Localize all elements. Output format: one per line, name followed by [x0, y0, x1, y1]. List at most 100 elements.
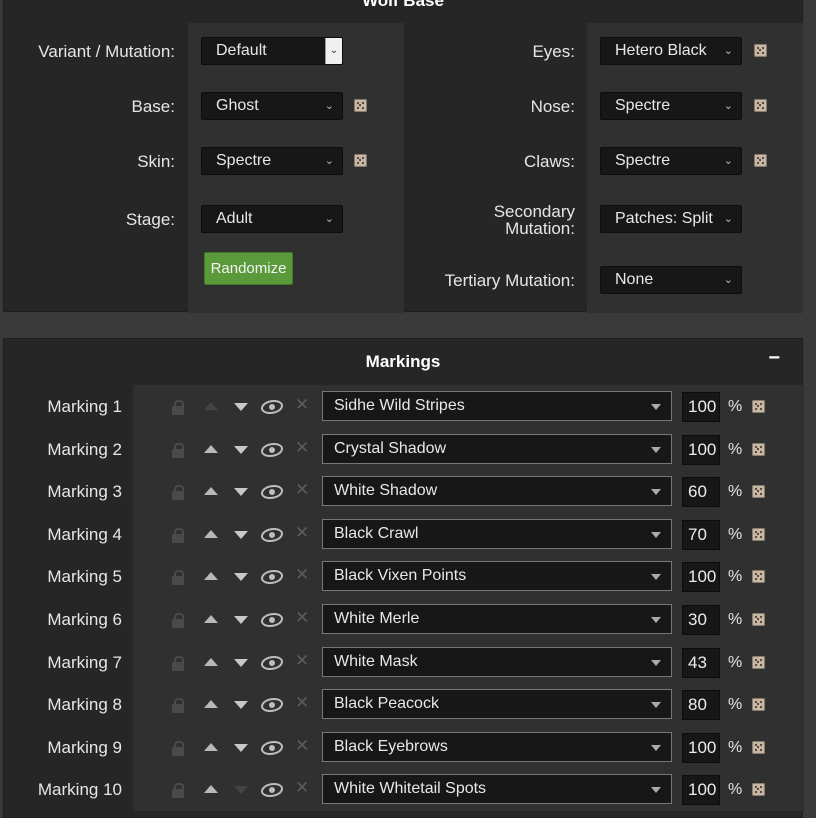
marking-select[interactable]: Crystal Shadow [322, 433, 672, 464]
remove-icon[interactable]: ✕ [295, 523, 309, 543]
move-up-icon[interactable] [204, 615, 218, 623]
marking-select[interactable]: Sidhe Wild Stripes [322, 391, 672, 421]
move-up-icon[interactable] [204, 742, 218, 751]
move-up-icon[interactable] [204, 785, 218, 794]
move-up-icon[interactable] [204, 487, 218, 496]
marking-select[interactable]: White Mask [322, 646, 672, 677]
marking-row: Marking 2 ✕ Crystal Shadow 100% [4, 427, 804, 471]
opacity-input[interactable]: 100 [682, 562, 720, 593]
stage-label: Stage: [125, 210, 175, 229]
lock-icon[interactable] [172, 698, 184, 714]
dropdown-arrow-icon [651, 702, 661, 709]
move-up-icon[interactable] [204, 529, 218, 538]
lock-icon[interactable] [172, 442, 184, 458]
marking-select[interactable]: Black Eyebrows [322, 731, 672, 762]
randomize-marking-dice-icon[interactable] [752, 740, 765, 754]
marking-label: Marking 4 [47, 524, 122, 544]
variant-label: Variant / Mutation: [38, 42, 175, 61]
chevron-down-icon: ⌄ [324, 100, 334, 112]
base-select[interactable]: Ghost ⌄ [201, 92, 343, 120]
remove-icon[interactable]: ✕ [295, 693, 309, 713]
opacity-input[interactable]: 100 [682, 775, 720, 806]
randomize-eyes-dice-icon[interactable] [754, 44, 767, 57]
opacity-input[interactable]: 70 [682, 519, 720, 550]
panel-title: Markings [365, 352, 441, 371]
nose-select[interactable]: Spectre ⌄ [600, 92, 742, 120]
move-down-icon[interactable] [234, 403, 248, 411]
randomize-marking-dice-icon[interactable] [752, 442, 765, 456]
lock-icon[interactable] [172, 613, 184, 628]
move-up-icon[interactable] [204, 657, 218, 666]
randomize-marking-dice-icon[interactable] [752, 783, 765, 797]
move-down-icon[interactable] [234, 530, 248, 539]
move-down-icon[interactable] [234, 616, 248, 624]
opacity-input[interactable]: 43 [682, 647, 720, 678]
lock-icon[interactable] [172, 570, 184, 586]
tertiary-mutation-label: Tertiary Mutation: [444, 271, 575, 290]
move-up-icon[interactable] [204, 444, 218, 453]
move-down-icon[interactable] [234, 573, 248, 582]
remove-icon[interactable]: ✕ [295, 480, 309, 500]
lock-icon[interactable] [172, 400, 184, 415]
marking-value: White Shadow [334, 482, 438, 500]
remove-icon[interactable]: ✕ [295, 736, 309, 756]
move-up-icon[interactable] [204, 402, 218, 410]
opacity-input[interactable]: 60 [682, 477, 720, 508]
stage-select[interactable]: Adult ⌄ [201, 205, 343, 233]
eyes-select[interactable]: Hetero Black ⌄ [600, 37, 742, 65]
randomize-claws-dice-icon[interactable] [754, 154, 767, 167]
marking-row: Marking 1 ✕ Sidhe Wild Stripes 100% [4, 385, 804, 428]
opacity-input[interactable]: 80 [682, 690, 720, 721]
remove-icon[interactable]: ✕ [295, 651, 309, 671]
move-down-icon[interactable] [234, 488, 248, 497]
remove-icon[interactable]: ✕ [295, 778, 309, 798]
randomize-nose-dice-icon[interactable] [754, 99, 767, 112]
randomize-button[interactable]: Randomize [204, 252, 293, 285]
lock-icon[interactable] [172, 740, 184, 756]
lock-icon[interactable] [172, 485, 184, 501]
remove-icon[interactable]: ✕ [295, 608, 309, 628]
marking-select[interactable]: Black Peacock [322, 689, 672, 720]
secondary-mutation-select[interactable]: Patches: Split ⌄ [600, 205, 742, 233]
marking-select[interactable]: Black Crawl [322, 518, 672, 549]
move-up-icon[interactable] [204, 700, 218, 709]
randomize-base-dice-icon[interactable] [354, 99, 367, 112]
opacity-input[interactable]: 100 [682, 434, 720, 465]
remove-icon[interactable]: ✕ [295, 438, 309, 458]
marking-value: Sidhe Wild Stripes [334, 397, 465, 414]
randomize-marking-dice-icon[interactable] [752, 570, 765, 584]
lock-icon[interactable] [172, 655, 184, 671]
opacity-input[interactable]: 100 [682, 392, 720, 422]
move-up-icon[interactable] [204, 572, 218, 581]
move-down-icon[interactable] [234, 701, 248, 710]
lock-icon[interactable] [172, 527, 184, 543]
marking-select[interactable]: White Whitetail Spots [322, 774, 672, 805]
marking-select[interactable]: Black Vixen Points [322, 561, 672, 592]
move-down-icon[interactable] [234, 743, 248, 752]
remove-icon[interactable]: ✕ [295, 565, 309, 585]
randomize-skin-dice-icon[interactable] [354, 154, 367, 167]
marking-select[interactable]: White Merle [322, 604, 672, 634]
tertiary-mutation-select[interactable]: None ⌄ [600, 266, 742, 294]
tertiary-mutation-value: None [615, 271, 654, 288]
lock-icon[interactable] [172, 783, 184, 799]
randomize-marking-dice-icon[interactable] [752, 527, 765, 541]
dropdown-arrow-icon [651, 404, 661, 410]
randomize-marking-dice-icon[interactable] [752, 400, 765, 413]
marking-select[interactable]: White Shadow [322, 476, 672, 507]
marking-label: Marking 8 [47, 695, 122, 715]
move-down-icon[interactable] [234, 445, 248, 454]
opacity-input[interactable]: 100 [682, 732, 720, 763]
move-down-icon[interactable] [234, 658, 248, 667]
randomize-marking-dice-icon[interactable] [752, 655, 765, 669]
skin-select[interactable]: Spectre ⌄ [201, 147, 343, 175]
remove-icon[interactable]: ✕ [295, 395, 309, 415]
randomize-marking-dice-icon[interactable] [752, 485, 765, 499]
randomize-marking-dice-icon[interactable] [752, 613, 765, 626]
collapse-button[interactable]: − [768, 347, 780, 370]
opacity-input[interactable]: 30 [682, 605, 720, 635]
randomize-marking-dice-icon[interactable] [752, 698, 765, 712]
variant-select[interactable]: Default ⌄ [201, 37, 343, 65]
claws-select[interactable]: Spectre ⌄ [600, 147, 742, 175]
move-down-icon[interactable] [234, 786, 248, 795]
